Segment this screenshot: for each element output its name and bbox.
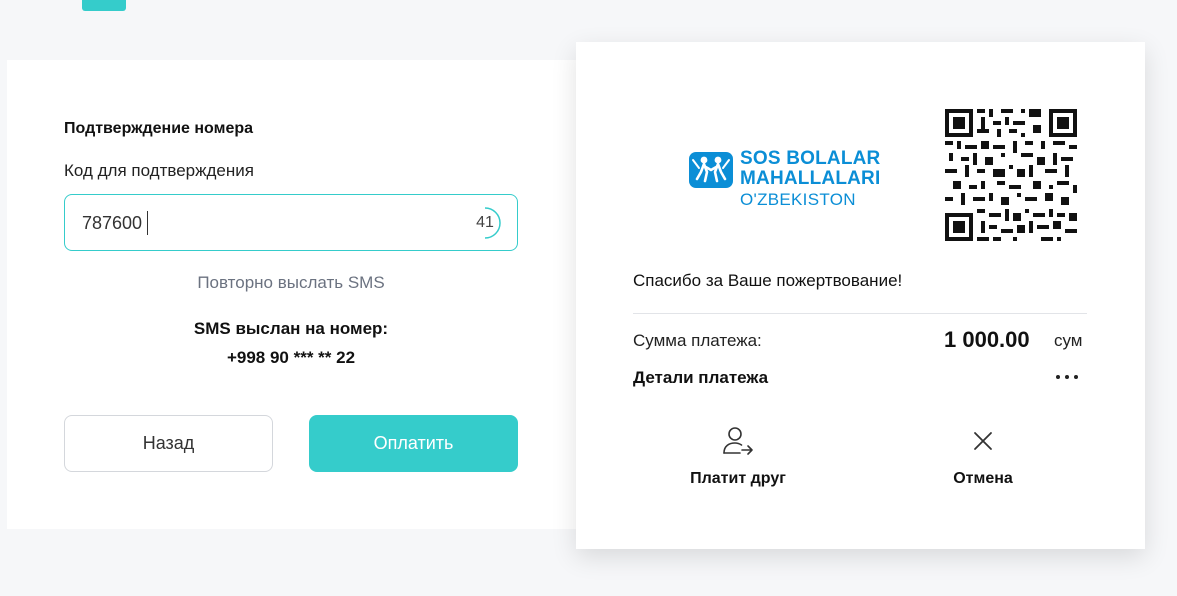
payment-page: Подтверждение номера Код для подтвержден…	[0, 0, 1177, 596]
cancel-button[interactable]: Отмена	[903, 426, 1063, 496]
cancel-label: Отмена	[953, 470, 1013, 487]
sos-logo: SOS BOLALAR MAHALLALARI O'ZBEKISTON	[689, 148, 889, 209]
header-accent-bar	[82, 0, 126, 11]
code-field[interactable]: 41	[64, 194, 518, 251]
friend-pays-label: Платит друг	[690, 470, 786, 487]
code-field-label: Код для подтверждения	[64, 161, 254, 180]
payment-details-label[interactable]: Детали платежа	[633, 368, 768, 388]
logo-text-line2: MAHALLALARI	[740, 168, 881, 189]
verification-card: Подтверждение номера Код для подтвержден…	[7, 60, 597, 529]
more-horizontal-icon[interactable]	[1054, 368, 1084, 386]
children-logo-icon	[689, 152, 733, 188]
thanks-message: Спасибо за Ваше пожертвование!	[633, 271, 903, 290]
resend-timer: 41	[467, 205, 503, 241]
logo-text-line1: SOS BOLALAR	[740, 148, 881, 169]
close-icon	[974, 432, 992, 450]
logo-text-line3: O'ZBEKISTON	[740, 190, 856, 209]
masked-phone-number: +998 90 *** ** 22	[226, 348, 356, 367]
resend-sms-link[interactable]: Повторно выслать SMS	[64, 273, 518, 293]
timer-value: 41	[476, 214, 494, 231]
user-arrow-icon	[723, 427, 753, 455]
pay-button[interactable]: Оплатить	[309, 415, 518, 472]
verification-title: Подтверждение номера	[64, 120, 254, 137]
sum-currency: сум	[1054, 331, 1083, 350]
friend-pays-button[interactable]: Платит друг	[658, 426, 818, 496]
sum-label: Сумма платежа:	[633, 331, 762, 350]
sum-value: 1 000.00	[944, 327, 1030, 352]
receipt-card: SOS BOLALAR MAHALLALARI O'ZBEKISTON Спас…	[576, 42, 1145, 549]
qr-code-icon	[945, 109, 1077, 241]
code-input[interactable]	[82, 209, 442, 237]
text-caret	[147, 211, 148, 235]
header-logo-fragment	[78, 0, 126, 18]
sms-sent-label: SMS выслан на номер:	[193, 319, 389, 338]
back-button[interactable]: Назад	[64, 415, 273, 472]
receipt-divider	[633, 313, 1087, 314]
